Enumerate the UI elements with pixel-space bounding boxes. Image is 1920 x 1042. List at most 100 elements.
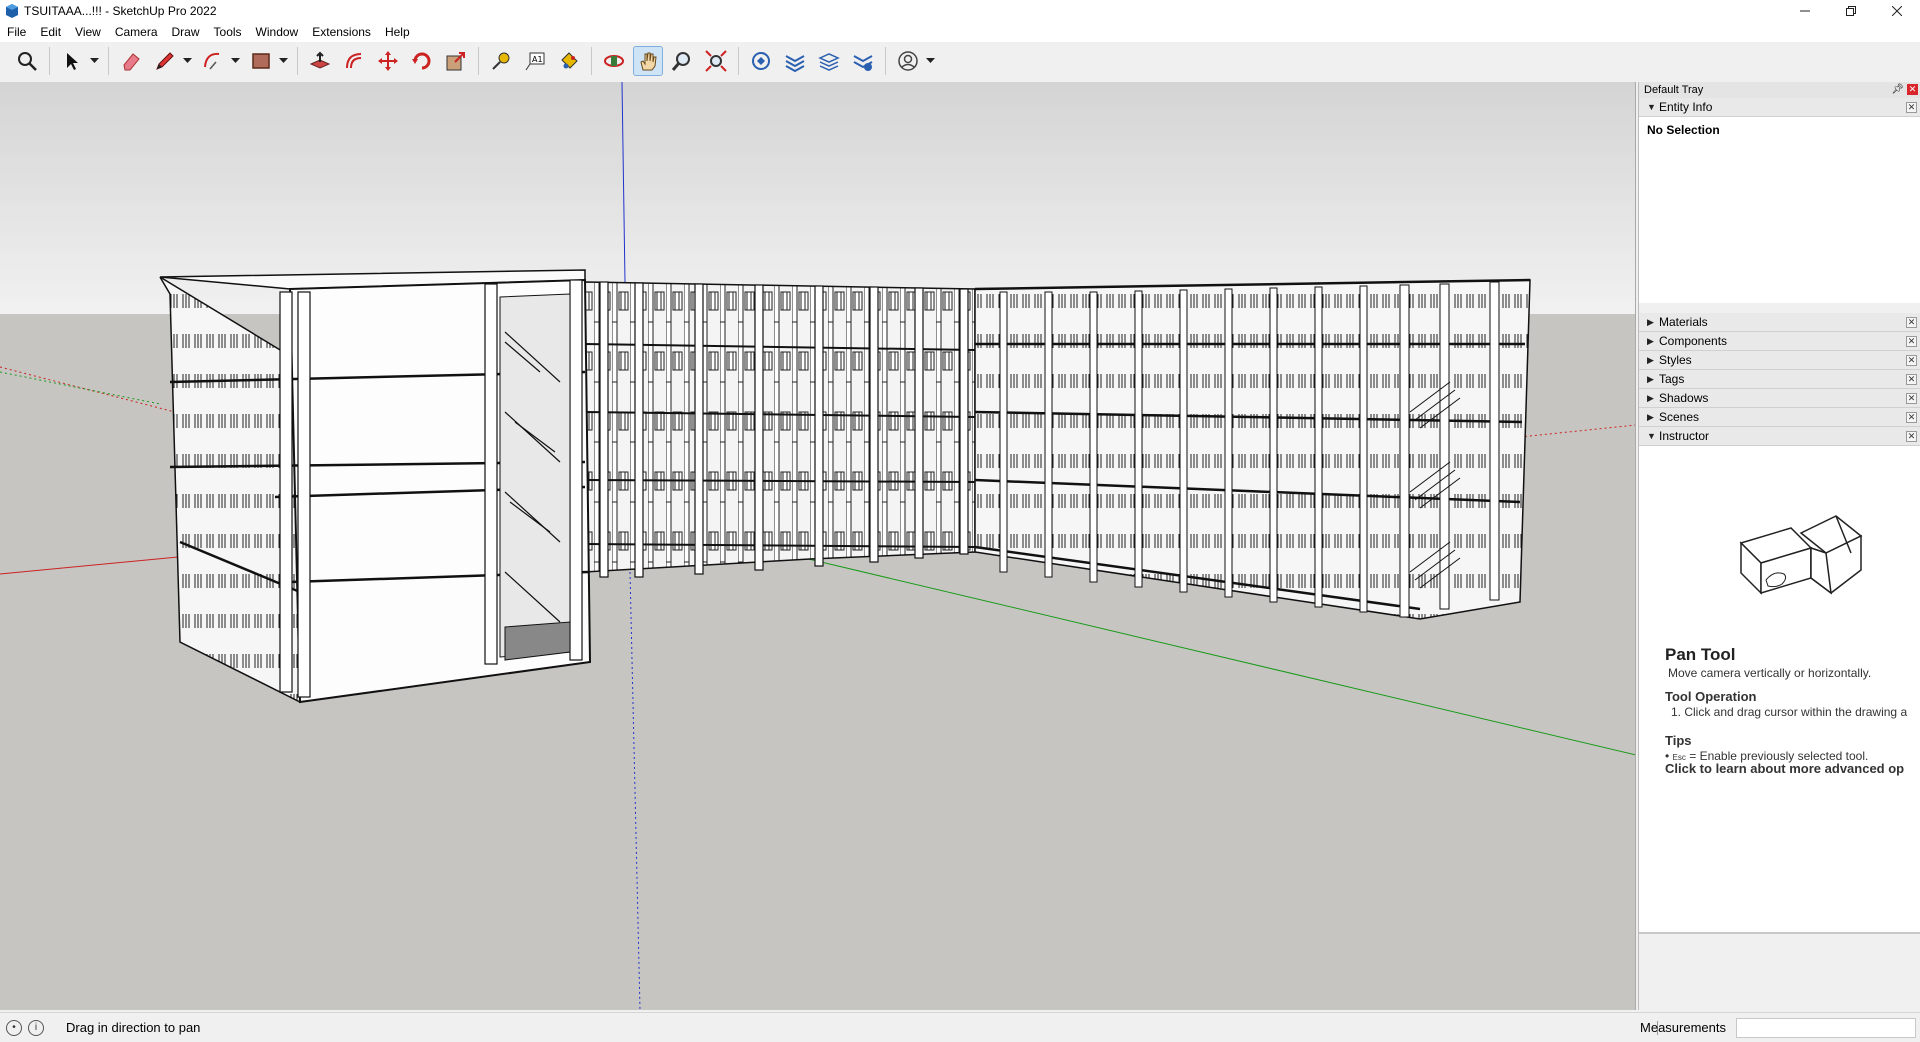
collapsed-arrow-icon: ▶ bbox=[1647, 411, 1654, 422]
select-dropdown[interactable] bbox=[89, 47, 99, 75]
rotate-tool-button[interactable] bbox=[408, 47, 436, 75]
panel-label: Tags bbox=[1659, 372, 1685, 386]
panel-entity-info-label: Entity Info bbox=[1659, 100, 1713, 114]
info-icon[interactable]: i bbox=[28, 1019, 44, 1036]
menu-edit[interactable]: Edit bbox=[33, 22, 68, 42]
arc-icon bbox=[204, 52, 220, 70]
warehouse-icon bbox=[752, 52, 770, 70]
search-tool-button[interactable] bbox=[13, 47, 41, 75]
tray-header: Default Tray 📌︎ ✕ bbox=[1639, 82, 1920, 98]
entity-info-body: No Selection bbox=[1639, 117, 1920, 303]
zoom-icon bbox=[671, 52, 690, 71]
extension-manager-icon bbox=[853, 55, 873, 71]
extension-warehouse-button[interactable] bbox=[781, 47, 809, 75]
minimize-icon bbox=[1800, 10, 1810, 12]
orbit-tool-button[interactable] bbox=[600, 47, 628, 75]
collapsed-arrow-icon: ▶ bbox=[1647, 354, 1654, 365]
move-tool-button[interactable] bbox=[374, 47, 402, 75]
tray-title: Default Tray bbox=[1644, 84, 1704, 96]
instructor-body: Pan Tool Move camera vertically or horiz… bbox=[1639, 446, 1920, 946]
menu-bar: File Edit View Camera Draw Tools Window … bbox=[0, 22, 1920, 42]
status-bar: • i Drag in direction to pan Measurement… bbox=[0, 1012, 1920, 1042]
geolocation-icon[interactable]: • bbox=[6, 1019, 22, 1036]
minimize-button[interactable] bbox=[1782, 0, 1828, 22]
menu-draw[interactable]: Draw bbox=[165, 22, 207, 42]
toolbar-separator bbox=[738, 47, 739, 75]
push-pull-icon bbox=[309, 51, 331, 69]
panel-close-button[interactable]: ✕ bbox=[1906, 317, 1917, 328]
instructor-learn-more-link[interactable]: Click to learn about more advanced op bbox=[1665, 761, 1904, 776]
paint-bucket-tool-button[interactable] bbox=[555, 47, 583, 75]
menu-file[interactable]: File bbox=[0, 22, 33, 42]
panel-entity-info[interactable]: ▼ Entity Info ✕ bbox=[1639, 98, 1920, 117]
eraser-icon bbox=[123, 53, 140, 71]
panel-instructor[interactable]: ▼ Instructor ✕ bbox=[1639, 427, 1920, 446]
pin-icon[interactable]: 📌︎ bbox=[1891, 84, 1904, 95]
tape-measure-tool-button[interactable] bbox=[487, 47, 515, 75]
offset-tool-button[interactable] bbox=[340, 47, 368, 75]
toolbar-separator bbox=[108, 47, 109, 75]
panel-close-button[interactable]: ✕ bbox=[1906, 336, 1917, 347]
panel-materials[interactable]: ▶ Materials ✕ bbox=[1639, 313, 1920, 332]
text-icon: A1 bbox=[525, 52, 545, 71]
layout-button[interactable] bbox=[815, 47, 843, 75]
text-tool-button[interactable]: A1 bbox=[521, 47, 549, 75]
tape-measure-icon bbox=[492, 52, 510, 70]
menu-window[interactable]: Window bbox=[249, 22, 306, 42]
orbit-icon bbox=[604, 55, 624, 67]
title-bar: TSUITAAA...!!! - SketchUp Pro 2022 bbox=[0, 0, 1920, 22]
sketchup-app-icon bbox=[6, 4, 18, 18]
tray-close-button[interactable]: ✕ bbox=[1907, 84, 1918, 95]
panel-close-button[interactable]: ✕ bbox=[1906, 102, 1917, 113]
select-tool-button[interactable] bbox=[58, 47, 86, 75]
arc-tool-button[interactable] bbox=[199, 47, 227, 75]
arc-dropdown[interactable] bbox=[230, 47, 240, 75]
panel-close-button[interactable]: ✕ bbox=[1906, 374, 1917, 385]
panel-scenes[interactable]: ▶ Scenes ✕ bbox=[1639, 408, 1920, 427]
collapsed-arrow-icon: ▶ bbox=[1647, 316, 1654, 327]
pencil-icon bbox=[156, 52, 174, 70]
panel-tags[interactable]: ▶ Tags ✕ bbox=[1639, 370, 1920, 389]
menu-tools[interactable]: Tools bbox=[207, 22, 249, 42]
instructor-operation-heading: Tool Operation bbox=[1665, 689, 1757, 704]
instructor-tips-heading: Tips bbox=[1665, 733, 1692, 748]
scale-tool-button[interactable] bbox=[442, 47, 470, 75]
menu-camera[interactable]: Camera bbox=[108, 22, 165, 42]
panel-label: Styles bbox=[1659, 353, 1692, 367]
account-dropdown[interactable] bbox=[925, 47, 935, 75]
panel-components[interactable]: ▶ Components ✕ bbox=[1639, 332, 1920, 351]
close-button[interactable] bbox=[1874, 0, 1920, 22]
rotate-icon bbox=[412, 52, 431, 70]
measurements-input[interactable] bbox=[1736, 1018, 1916, 1038]
pencil-tool-button[interactable] bbox=[151, 47, 179, 75]
svg-text:A1: A1 bbox=[532, 55, 543, 64]
extension-warehouse-icon bbox=[785, 55, 805, 72]
eraser-tool-button[interactable] bbox=[117, 47, 145, 75]
panel-close-button[interactable]: ✕ bbox=[1906, 412, 1917, 423]
pencil-dropdown[interactable] bbox=[182, 47, 192, 75]
account-button[interactable] bbox=[894, 47, 922, 75]
panel-close-button[interactable]: ✕ bbox=[1906, 393, 1917, 404]
menu-help[interactable]: Help bbox=[378, 22, 417, 42]
instructor-tool-desc: Move camera vertically or horizontally. bbox=[1668, 666, 1872, 680]
status-hint: Drag in direction to pan bbox=[66, 1020, 201, 1035]
modeling-viewport[interactable] bbox=[0, 82, 1636, 1010]
restore-button[interactable] bbox=[1828, 0, 1874, 22]
pan-tool-button[interactable] bbox=[633, 46, 663, 76]
panel-styles[interactable]: ▶ Styles ✕ bbox=[1639, 351, 1920, 370]
extension-manager-button[interactable] bbox=[849, 47, 877, 75]
zoom-tool-button[interactable] bbox=[668, 47, 696, 75]
close-icon bbox=[1892, 6, 1902, 16]
rectangle-tool-button[interactable] bbox=[247, 47, 275, 75]
menu-extensions[interactable]: Extensions bbox=[305, 22, 378, 42]
building-left-block bbox=[159, 269, 592, 704]
menu-view[interactable]: View bbox=[68, 22, 108, 42]
push-pull-tool-button[interactable] bbox=[306, 47, 334, 75]
rectangle-dropdown[interactable] bbox=[278, 47, 288, 75]
tray-gap bbox=[1639, 303, 1920, 313]
zoom-extents-tool-button[interactable] bbox=[702, 47, 730, 75]
panel-close-button[interactable]: ✕ bbox=[1906, 431, 1917, 442]
warehouse-button[interactable] bbox=[747, 47, 775, 75]
panel-close-button[interactable]: ✕ bbox=[1906, 355, 1917, 366]
panel-shadows[interactable]: ▶ Shadows ✕ bbox=[1639, 389, 1920, 408]
